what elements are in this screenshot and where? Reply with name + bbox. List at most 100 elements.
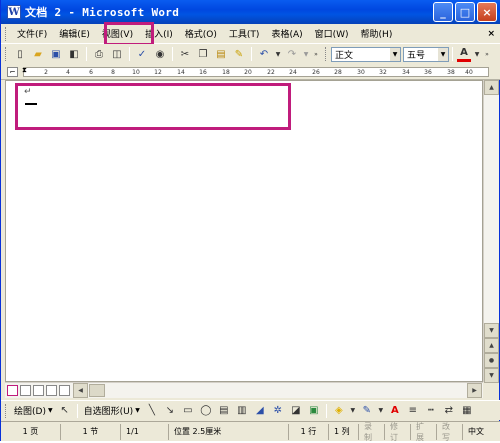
redo-icon[interactable]: ↷ bbox=[284, 46, 300, 62]
drawing-toolbar: 绘图(D) ▼ ↖ 自选图形(U) ▼ ╲ ↘ ▭ ◯ ▤ ▥ ◢ ✲ ◪ ▣ … bbox=[1, 400, 500, 420]
menu-tools[interactable]: 工具(T) bbox=[223, 25, 266, 43]
font-size-value: 五号 bbox=[407, 50, 426, 61]
undo-dropdown-icon[interactable]: ▼ bbox=[274, 46, 282, 62]
menu-table[interactable]: 表格(A) bbox=[265, 25, 308, 43]
browse-object-icon[interactable]: ● bbox=[484, 353, 499, 368]
scroll-up-icon[interactable]: ▲ bbox=[484, 80, 499, 95]
outline-view-icon[interactable] bbox=[46, 385, 57, 396]
chevron-down-icon[interactable]: ▼ bbox=[390, 47, 400, 61]
drawbar-grip[interactable] bbox=[5, 403, 8, 418]
research-icon[interactable]: ◉ bbox=[152, 46, 168, 62]
arrow-icon[interactable]: ↘ bbox=[162, 403, 178, 419]
status-extend[interactable]: 扩展 bbox=[411, 422, 437, 442]
scroll-left-icon[interactable]: ◀ bbox=[73, 383, 88, 398]
print-layout-icon[interactable] bbox=[33, 385, 44, 396]
print-preview-icon[interactable]: ◫ bbox=[109, 46, 125, 62]
undo-icon[interactable]: ↶ bbox=[256, 46, 272, 62]
fill-color-icon[interactable]: ◈ bbox=[331, 403, 347, 419]
reading-view-icon[interactable] bbox=[59, 385, 70, 396]
draw-menu-button[interactable]: 绘图(D) ▼ bbox=[11, 402, 56, 420]
autoshapes-label: 自选图形(U) bbox=[83, 407, 134, 417]
ruler-tick: 8 bbox=[111, 69, 115, 76]
clipart-icon[interactable]: ◪ bbox=[288, 403, 304, 419]
vertical-textbox-icon[interactable]: ▥ bbox=[234, 403, 250, 419]
close-document-button[interactable]: × bbox=[481, 25, 500, 43]
permission-icon[interactable]: ◧ bbox=[66, 46, 82, 62]
toolbar-options-icon[interactable]: » bbox=[312, 46, 320, 62]
horizontal-scroll-thumb[interactable] bbox=[89, 384, 105, 397]
menu-edit[interactable]: 编辑(E) bbox=[53, 25, 96, 43]
tab-selector-icon[interactable]: ⌐ bbox=[7, 67, 18, 77]
open-folder-icon[interactable]: ▰ bbox=[30, 46, 46, 62]
font-size-select[interactable]: 五号 ▼ bbox=[403, 46, 449, 62]
chevron-down-icon[interactable]: ▼ bbox=[438, 47, 448, 61]
cut-icon[interactable]: ✂ bbox=[177, 46, 193, 62]
diagram-icon[interactable]: ✲ bbox=[270, 403, 286, 419]
horizontal-scrollbar[interactable]: ◀ ▶ bbox=[5, 382, 483, 398]
font-color-icon[interactable]: A bbox=[457, 47, 471, 62]
arrow-style-icon[interactable]: ⇄ bbox=[441, 403, 457, 419]
previous-page-icon[interactable]: ▲ bbox=[484, 338, 499, 353]
menu-window[interactable]: 窗口(W) bbox=[309, 25, 355, 43]
status-column: 1 列 bbox=[329, 423, 359, 440]
status-section: 1 节 bbox=[61, 423, 121, 440]
format-toolbar-grip[interactable] bbox=[325, 47, 328, 61]
menu-grip[interactable] bbox=[5, 26, 8, 41]
scroll-right-icon[interactable]: ▶ bbox=[467, 383, 482, 398]
ruler-tick: 22 bbox=[267, 69, 275, 76]
print-icon[interactable]: ⎙ bbox=[91, 46, 107, 62]
normal-view-icon[interactable] bbox=[7, 385, 18, 396]
status-track-changes[interactable]: 修订 bbox=[385, 422, 411, 442]
scroll-down-icon[interactable]: ▼ bbox=[484, 323, 499, 338]
save-icon[interactable]: ▣ bbox=[48, 46, 64, 62]
oval-icon[interactable]: ◯ bbox=[198, 403, 214, 419]
line-color-icon[interactable]: ✎ bbox=[359, 403, 375, 419]
select-objects-icon[interactable]: ↖ bbox=[57, 403, 73, 419]
next-page-icon[interactable]: ▼ bbox=[484, 368, 499, 383]
ruler-tick: 38 bbox=[447, 69, 455, 76]
indent-marker-icon[interactable]: ⧗ bbox=[22, 66, 27, 75]
vertical-scrollbar[interactable]: ▲ ▼ ▲ ● ▼ bbox=[483, 80, 499, 383]
status-overtype[interactable]: 改写 bbox=[437, 422, 463, 442]
autoshapes-button[interactable]: 自选图形(U) ▼ bbox=[81, 402, 143, 420]
wordart-icon[interactable]: ◢ bbox=[252, 403, 268, 419]
style-select[interactable]: 正文 ▼ bbox=[331, 46, 401, 62]
font-color-dropdown-icon[interactable]: ▼ bbox=[473, 46, 481, 62]
title-bar[interactable]: W 文档 2 - Microsoft Word _ □ × bbox=[1, 0, 500, 24]
line-style-icon[interactable]: ≡ bbox=[405, 403, 421, 419]
ruler-strip[interactable]: ⧗ 2 4 6 8 10 12 14 16 18 20 22 24 26 28 … bbox=[22, 66, 489, 77]
new-document-icon[interactable]: ▯ bbox=[12, 46, 28, 62]
word-app-icon[interactable]: W bbox=[7, 5, 21, 19]
maximize-button[interactable]: □ bbox=[455, 2, 475, 22]
toolbar-options-icon[interactable]: » bbox=[483, 46, 491, 62]
paste-icon[interactable]: ▤ bbox=[213, 46, 229, 62]
minimize-button[interactable]: _ bbox=[433, 2, 453, 22]
copy-icon[interactable]: ❐ bbox=[195, 46, 211, 62]
draw-font-color-icon[interactable]: A bbox=[387, 403, 403, 419]
status-page: 1 页 bbox=[1, 423, 61, 440]
status-record[interactable]: 录制 bbox=[359, 422, 385, 442]
web-view-icon[interactable] bbox=[20, 385, 31, 396]
chevron-down-icon: ▼ bbox=[135, 407, 140, 414]
textbox-icon[interactable]: ▤ bbox=[216, 403, 232, 419]
ruler-tick: 32 bbox=[379, 69, 387, 76]
redo-dropdown-icon[interactable]: ▼ bbox=[302, 46, 310, 62]
dash-style-icon[interactable]: ┅ bbox=[423, 403, 439, 419]
ruler-tick: 12 bbox=[154, 69, 162, 76]
toolbar-grip[interactable] bbox=[5, 47, 8, 61]
rectangle-icon[interactable]: ▭ bbox=[180, 403, 196, 419]
menu-help[interactable]: 帮助(H) bbox=[355, 25, 399, 43]
close-button[interactable]: × bbox=[477, 2, 497, 22]
ruler-tick: 36 bbox=[424, 69, 432, 76]
format-painter-icon[interactable]: ✎ bbox=[231, 46, 247, 62]
status-position: 位置 2.5厘米 bbox=[169, 423, 289, 440]
menu-file[interactable]: 文件(F) bbox=[11, 25, 53, 43]
line-icon[interactable]: ╲ bbox=[144, 403, 160, 419]
menu-format[interactable]: 格式(O) bbox=[179, 25, 223, 43]
shadow-icon[interactable]: ▦ bbox=[459, 403, 475, 419]
horizontal-ruler[interactable]: ⌐ ⧗ 2 4 6 8 10 12 14 16 18 20 22 24 26 2… bbox=[1, 64, 500, 80]
line-color-dropdown-icon[interactable]: ▼ bbox=[377, 403, 385, 419]
fill-dropdown-icon[interactable]: ▼ bbox=[349, 403, 357, 419]
spelling-icon[interactable]: ✓ bbox=[134, 46, 150, 62]
picture-icon[interactable]: ▣ bbox=[306, 403, 322, 419]
